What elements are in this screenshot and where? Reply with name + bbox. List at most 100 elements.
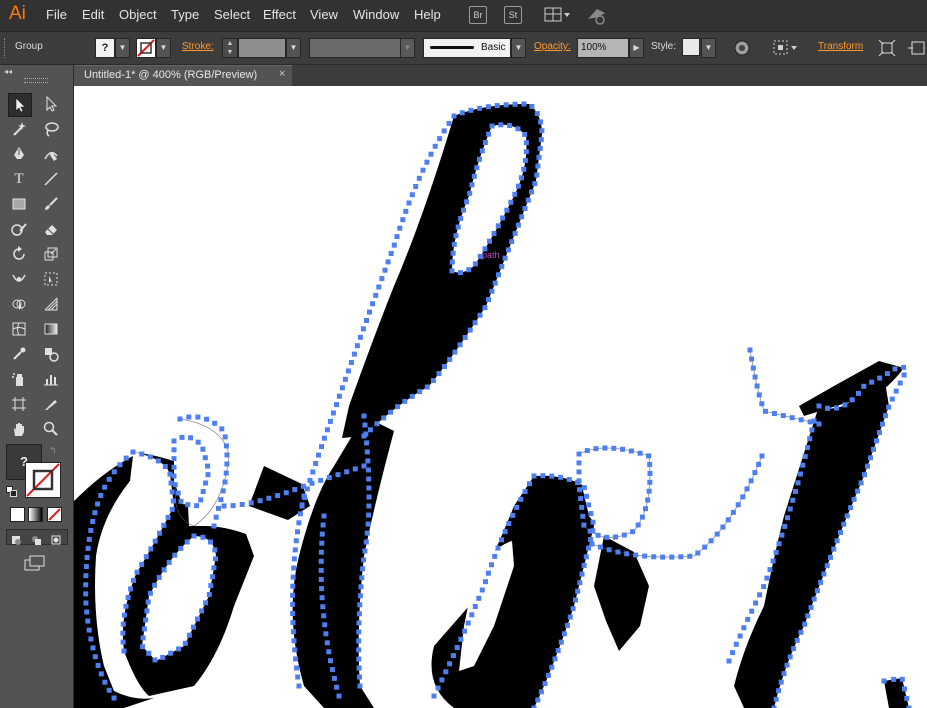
type-tool-icon[interactable]: T: [8, 168, 30, 190]
anchor-point[interactable]: [166, 559, 172, 565]
anchor-point[interactable]: [296, 520, 302, 526]
anchor-point[interactable]: [816, 421, 822, 427]
anchor-point[interactable]: [577, 487, 582, 493]
anchor-point[interactable]: [155, 458, 161, 464]
anchor-point[interactable]: [499, 264, 505, 269]
anchor-point[interactable]: [354, 343, 360, 349]
anchor-point[interactable]: [321, 435, 327, 441]
anchor-point[interactable]: [802, 453, 808, 459]
anchor-point[interactable]: [168, 650, 174, 656]
anchor-point[interactable]: [637, 450, 643, 456]
eraser-tool-icon[interactable]: [40, 218, 62, 240]
anchor-point[interactable]: [84, 609, 90, 615]
anchor-point[interactable]: [294, 665, 300, 671]
anchor-point[interactable]: [362, 548, 368, 554]
anchor-point[interactable]: [482, 305, 488, 311]
anchor-point[interactable]: [586, 502, 592, 508]
scale-tool-icon[interactable]: [40, 243, 62, 265]
anchor-point[interactable]: [382, 267, 388, 273]
anchor-point[interactable]: [741, 625, 747, 631]
anchor-point[interactable]: [357, 602, 363, 608]
anchor-point[interactable]: [539, 128, 545, 134]
anchor-point[interactable]: [140, 635, 146, 641]
anchor-point[interactable]: [558, 474, 564, 480]
anchor-point[interactable]: [195, 439, 201, 445]
anchor-point[interactable]: [576, 478, 582, 484]
anchor-point[interactable]: [776, 688, 782, 694]
anchor-point[interactable]: [453, 233, 459, 239]
anchor-point[interactable]: [220, 488, 226, 494]
anchor-point[interactable]: [468, 107, 474, 113]
anchor-point[interactable]: [83, 600, 89, 606]
none-mode-icon[interactable]: [47, 507, 62, 522]
anchor-point[interactable]: [753, 600, 759, 606]
menu-select[interactable]: Select: [214, 7, 250, 22]
anchor-point[interactable]: [457, 342, 463, 348]
anchor-point[interactable]: [363, 539, 369, 545]
menu-window[interactable]: Window: [353, 7, 399, 22]
anchor-point[interactable]: [494, 103, 500, 109]
stock-button[interactable]: St: [504, 6, 522, 24]
anchor-point[interactable]: [792, 489, 798, 494]
anchor-point[interactable]: [450, 250, 456, 256]
anchor-point[interactable]: [787, 506, 793, 512]
anchor-point[interactable]: [128, 586, 134, 592]
anchor-point[interactable]: [319, 531, 325, 537]
anchor-point[interactable]: [167, 471, 173, 477]
anchor-point[interactable]: [897, 380, 903, 386]
anchor-point[interactable]: [773, 696, 779, 702]
anchor-point[interactable]: [447, 661, 453, 667]
anchor-point[interactable]: [805, 445, 810, 451]
graphic-style-swatch[interactable]: [682, 38, 700, 56]
anchor-point[interactable]: [462, 335, 468, 340]
anchor-point[interactable]: [529, 104, 535, 109]
anchor-point[interactable]: [318, 549, 324, 555]
anchor-point[interactable]: [290, 611, 296, 616]
anchor-point[interactable]: [578, 496, 584, 502]
anchor-point[interactable]: [901, 364, 907, 370]
anchor-point[interactable]: [504, 207, 510, 213]
anchor-point[interactable]: [248, 500, 254, 506]
anchor-point[interactable]: [678, 554, 684, 560]
anchor-point[interactable]: [770, 558, 776, 564]
anchor-point[interactable]: [139, 451, 145, 457]
anchor-point[interactable]: [531, 473, 537, 479]
anchor-point[interactable]: [336, 693, 342, 699]
anchor-point[interactable]: [509, 239, 515, 245]
anchor-point[interactable]: [331, 675, 337, 681]
anchor-point[interactable]: [902, 686, 907, 692]
anchor-point[interactable]: [318, 558, 324, 564]
gpu-performance-icon[interactable]: [585, 5, 609, 25]
anchor-point[interactable]: [855, 488, 861, 494]
anchor-point[interactable]: [356, 620, 362, 626]
anchor-point[interactable]: [319, 595, 325, 601]
anchor-point[interactable]: [441, 128, 447, 134]
anchor-point[interactable]: [171, 447, 177, 453]
anchor-point[interactable]: [492, 280, 498, 286]
anchor-point[interactable]: [361, 413, 367, 419]
anchor-point[interactable]: [293, 656, 299, 662]
anchor-point[interactable]: [506, 521, 512, 526]
anchor-point[interactable]: [489, 123, 495, 129]
anchor-point[interactable]: [492, 553, 498, 559]
anchor-point[interactable]: [660, 554, 666, 560]
anchor-point[interactable]: [790, 497, 796, 503]
anchor-point[interactable]: [787, 654, 793, 660]
anchor-point[interactable]: [825, 405, 831, 411]
stroke-label[interactable]: Stroke:: [182, 41, 214, 52]
anchor-point[interactable]: [570, 606, 576, 612]
anchor-point[interactable]: [522, 131, 528, 137]
anchor-point[interactable]: [168, 480, 174, 486]
anchor-point[interactable]: [83, 573, 89, 579]
anchor-point[interactable]: [120, 639, 126, 645]
anchor-point[interactable]: [209, 574, 215, 580]
anchor-point[interactable]: [602, 445, 608, 451]
anchor-point[interactable]: [561, 631, 567, 637]
anchor-point[interactable]: [889, 396, 895, 402]
gradient-tool-icon[interactable]: [40, 318, 62, 340]
anchor-point[interactable]: [811, 596, 817, 602]
anchor-point[interactable]: [545, 672, 551, 678]
anchor-point[interactable]: [789, 415, 795, 421]
anchor-point[interactable]: [892, 366, 898, 372]
anchor-point[interactable]: [322, 622, 328, 628]
